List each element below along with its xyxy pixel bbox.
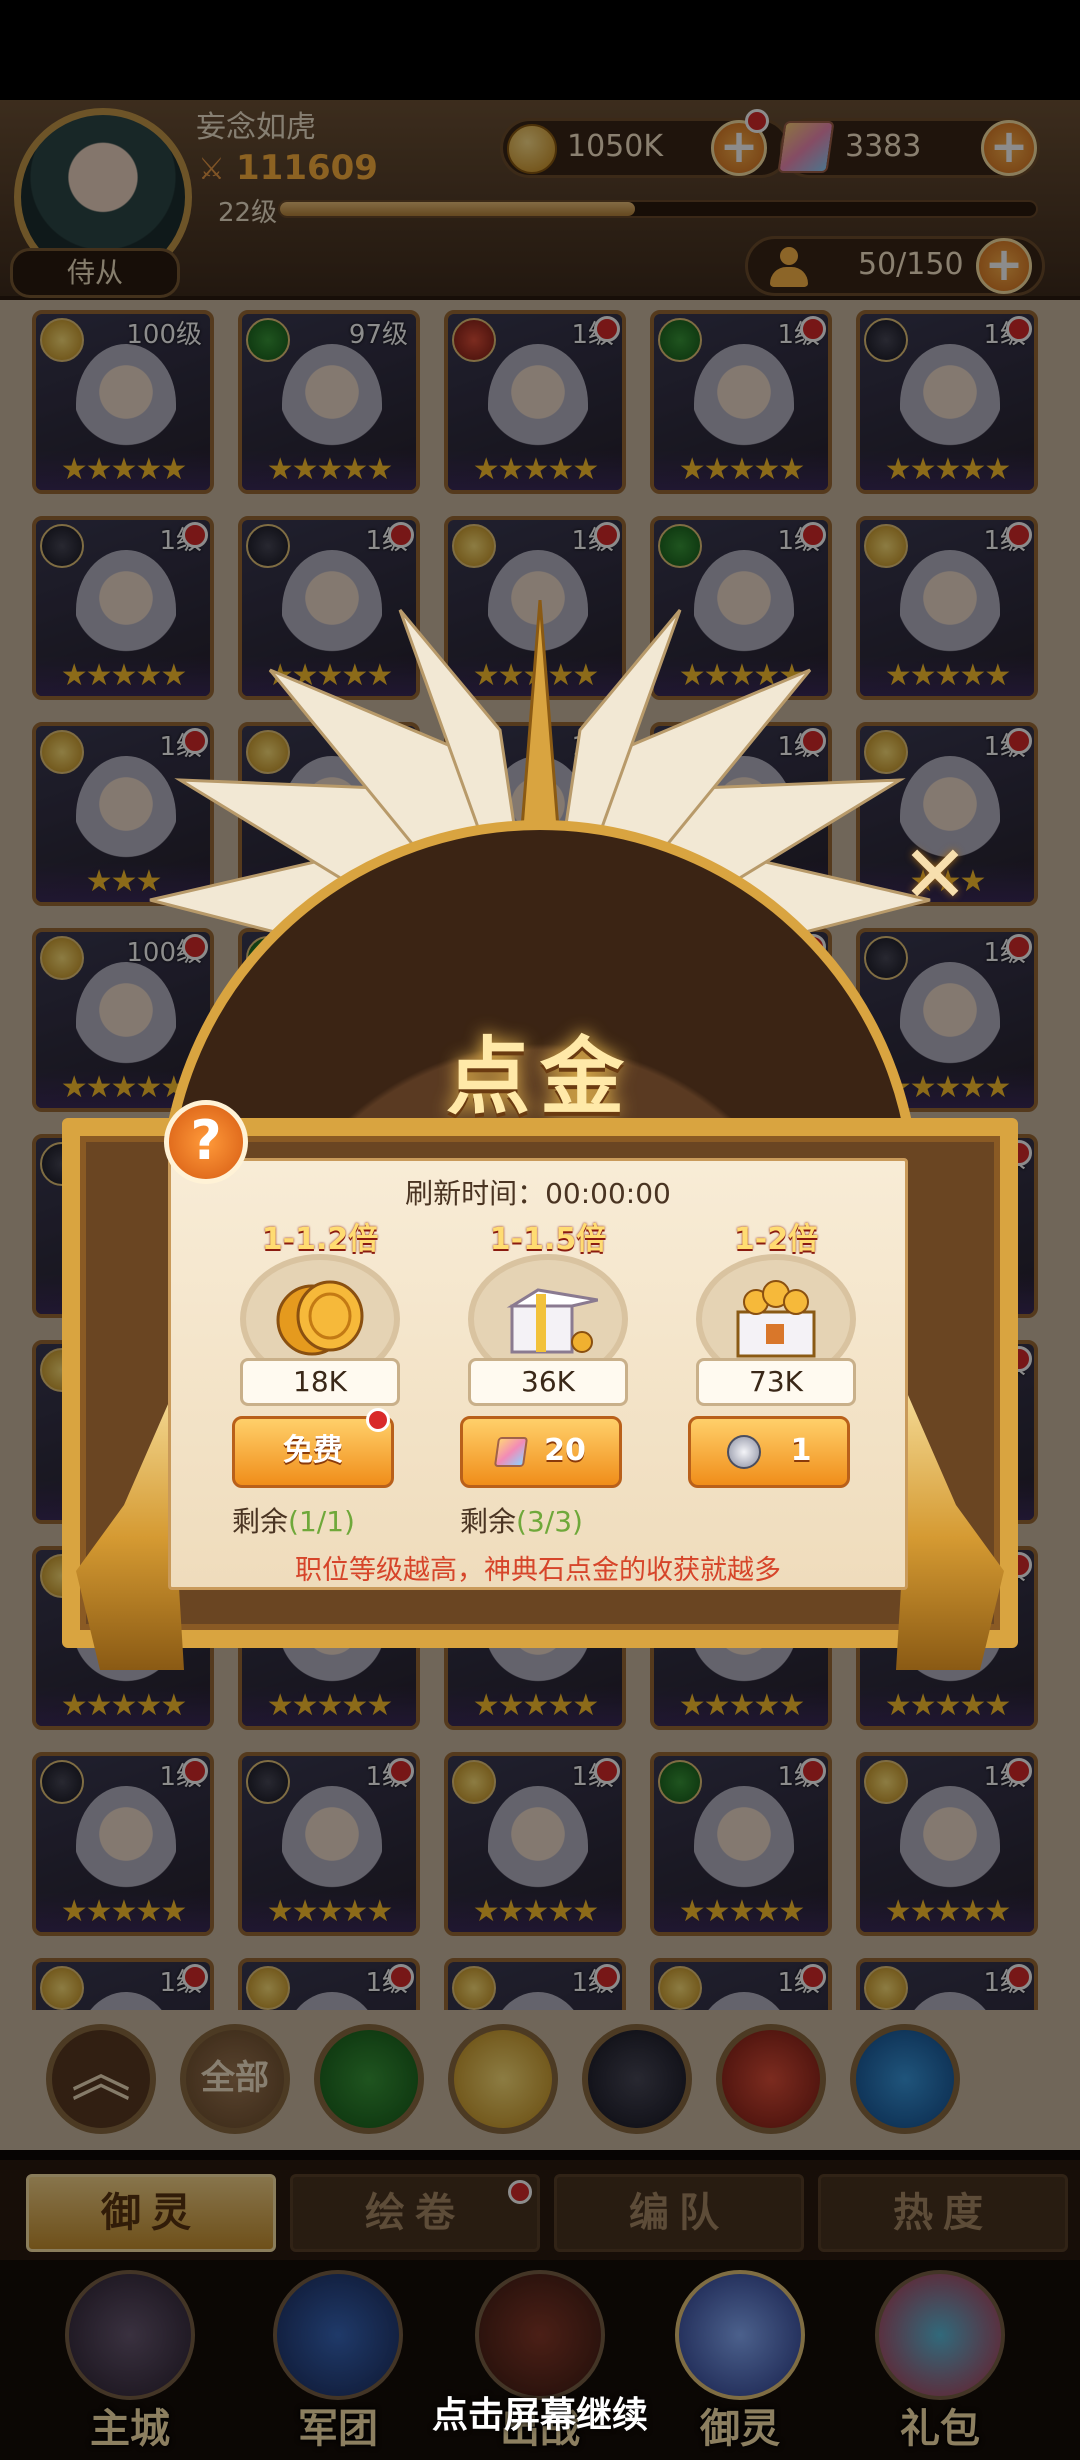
refresh-timer: 刷新时间：00:00:00 [405,1177,671,1210]
gold-option-large: 1-2倍 73K 1 [676,1214,876,1534]
treasure-chest-icon [736,1280,816,1358]
remaining-count: (1/1) [288,1505,355,1538]
gold-coins-icon [276,1280,364,1356]
tap-to-continue-hint: 点击屏幕继续 [431,2395,648,2436]
gem-icon [494,1436,529,1467]
gem-purchase-button[interactable]: 20 [460,1416,622,1488]
multiplier-label: 1-1.2倍 [261,1222,379,1257]
remaining-uses: 剩余(1/1) [232,1500,355,1540]
stone-cost: 1 [790,1433,812,1468]
remaining-label: 剩余 [460,1505,517,1538]
gold-option-small: 1-1.2倍 18K 免费 剩余(1/1) [220,1214,420,1538]
multiplier-label: 1-2倍 [733,1222,819,1257]
remaining-count: (3/3) [516,1505,583,1538]
gold-amount: 73K [696,1358,856,1406]
popup-tip: 职位等级越高，神典石点金的收获就越多 [295,1555,781,1586]
remaining-uses: 剩余(3/3) [460,1500,583,1540]
gem-cost: 20 [544,1433,586,1468]
gold-amount: 18K [240,1358,400,1406]
gift-box-icon [506,1288,598,1354]
stone-purchase-button[interactable]: 1 [688,1416,850,1488]
notification-dot [366,1408,390,1432]
gold-amount: 36K [468,1358,628,1406]
gold-option-medium: 1-1.5倍 36K 20 剩余(3/3) [448,1214,648,1538]
silver-stone-icon [726,1434,761,1469]
close-icon[interactable]: ✕ [900,835,970,915]
remaining-label: 剩余 [232,1505,289,1538]
popup-title: 点金 [445,1028,634,1126]
multiplier-label: 1-1.5倍 [489,1222,607,1257]
